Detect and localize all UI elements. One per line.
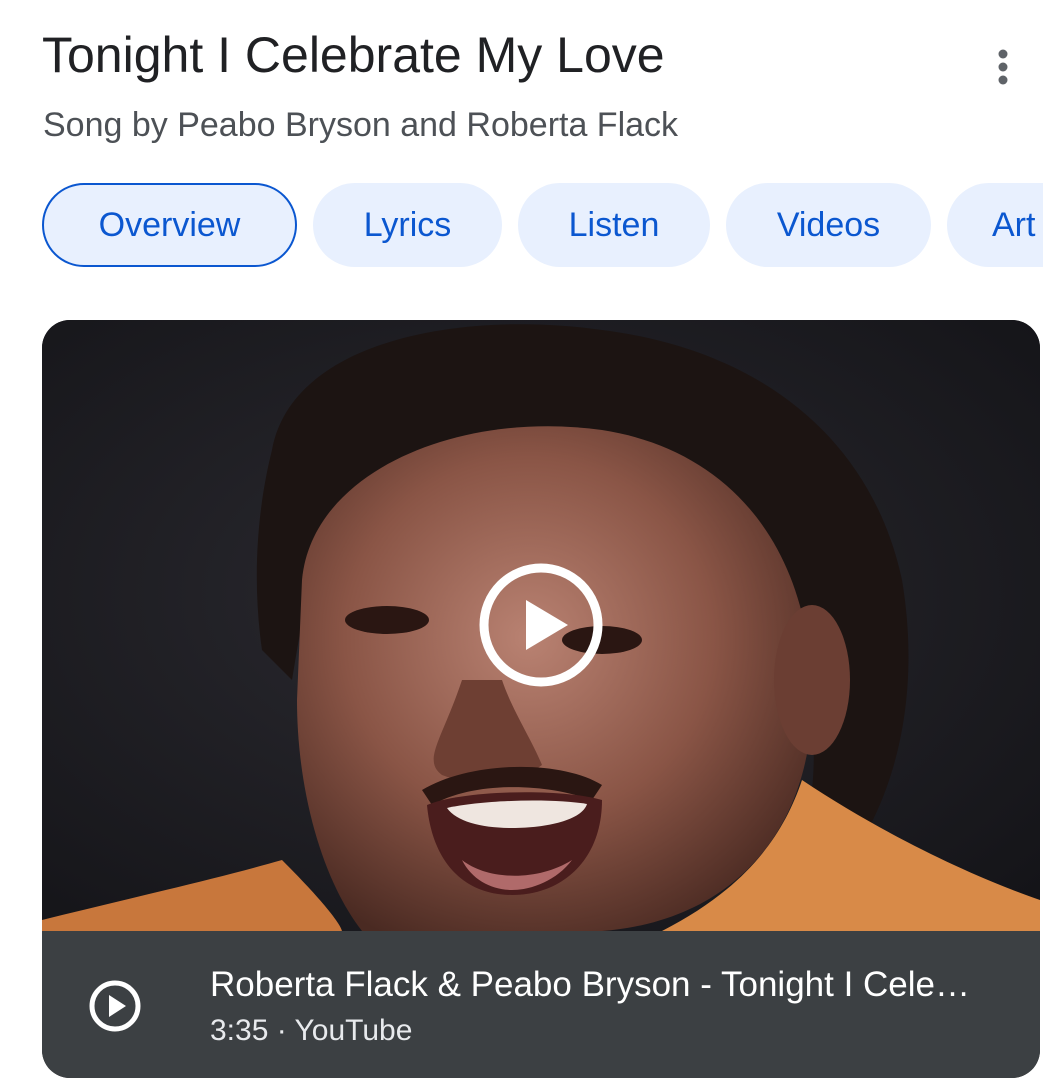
- video-meta: 3:35 · YouTube: [210, 1011, 412, 1051]
- tab-videos[interactable]: Videos: [726, 183, 931, 267]
- meta-separator: ·: [268, 1014, 295, 1047]
- video-title[interactable]: Roberta Flack & Peabo Bryson - Tonight I…: [210, 963, 990, 1007]
- play-circle-icon[interactable]: [88, 979, 142, 1033]
- video-source: YouTube: [294, 1014, 413, 1047]
- video-duration: 3:35: [210, 1014, 269, 1047]
- tab-overview[interactable]: Overview: [42, 183, 297, 267]
- tab-listen[interactable]: Listen: [518, 183, 710, 267]
- song-title: Tonight I Celebrate My Love: [42, 27, 665, 83]
- tab-lyrics[interactable]: Lyrics: [313, 183, 502, 267]
- song-subtitle: Song by Peabo Bryson and Roberta Flack: [43, 106, 679, 144]
- video-card[interactable]: Roberta Flack & Peabo Bryson - Tonight I…: [42, 320, 1040, 1078]
- play-icon[interactable]: [478, 562, 604, 688]
- tab-bar: Overview Lyrics Listen Videos Art: [0, 183, 1043, 267]
- more-options-button[interactable]: [980, 44, 1026, 90]
- video-info-bar: Roberta Flack & Peabo Bryson - Tonight I…: [42, 931, 1040, 1078]
- more-vert-icon: [998, 49, 1008, 85]
- tab-art[interactable]: Art: [947, 183, 1043, 267]
- search-result-page: Tonight I Celebrate My Love Song by Peab…: [0, 0, 1043, 1079]
